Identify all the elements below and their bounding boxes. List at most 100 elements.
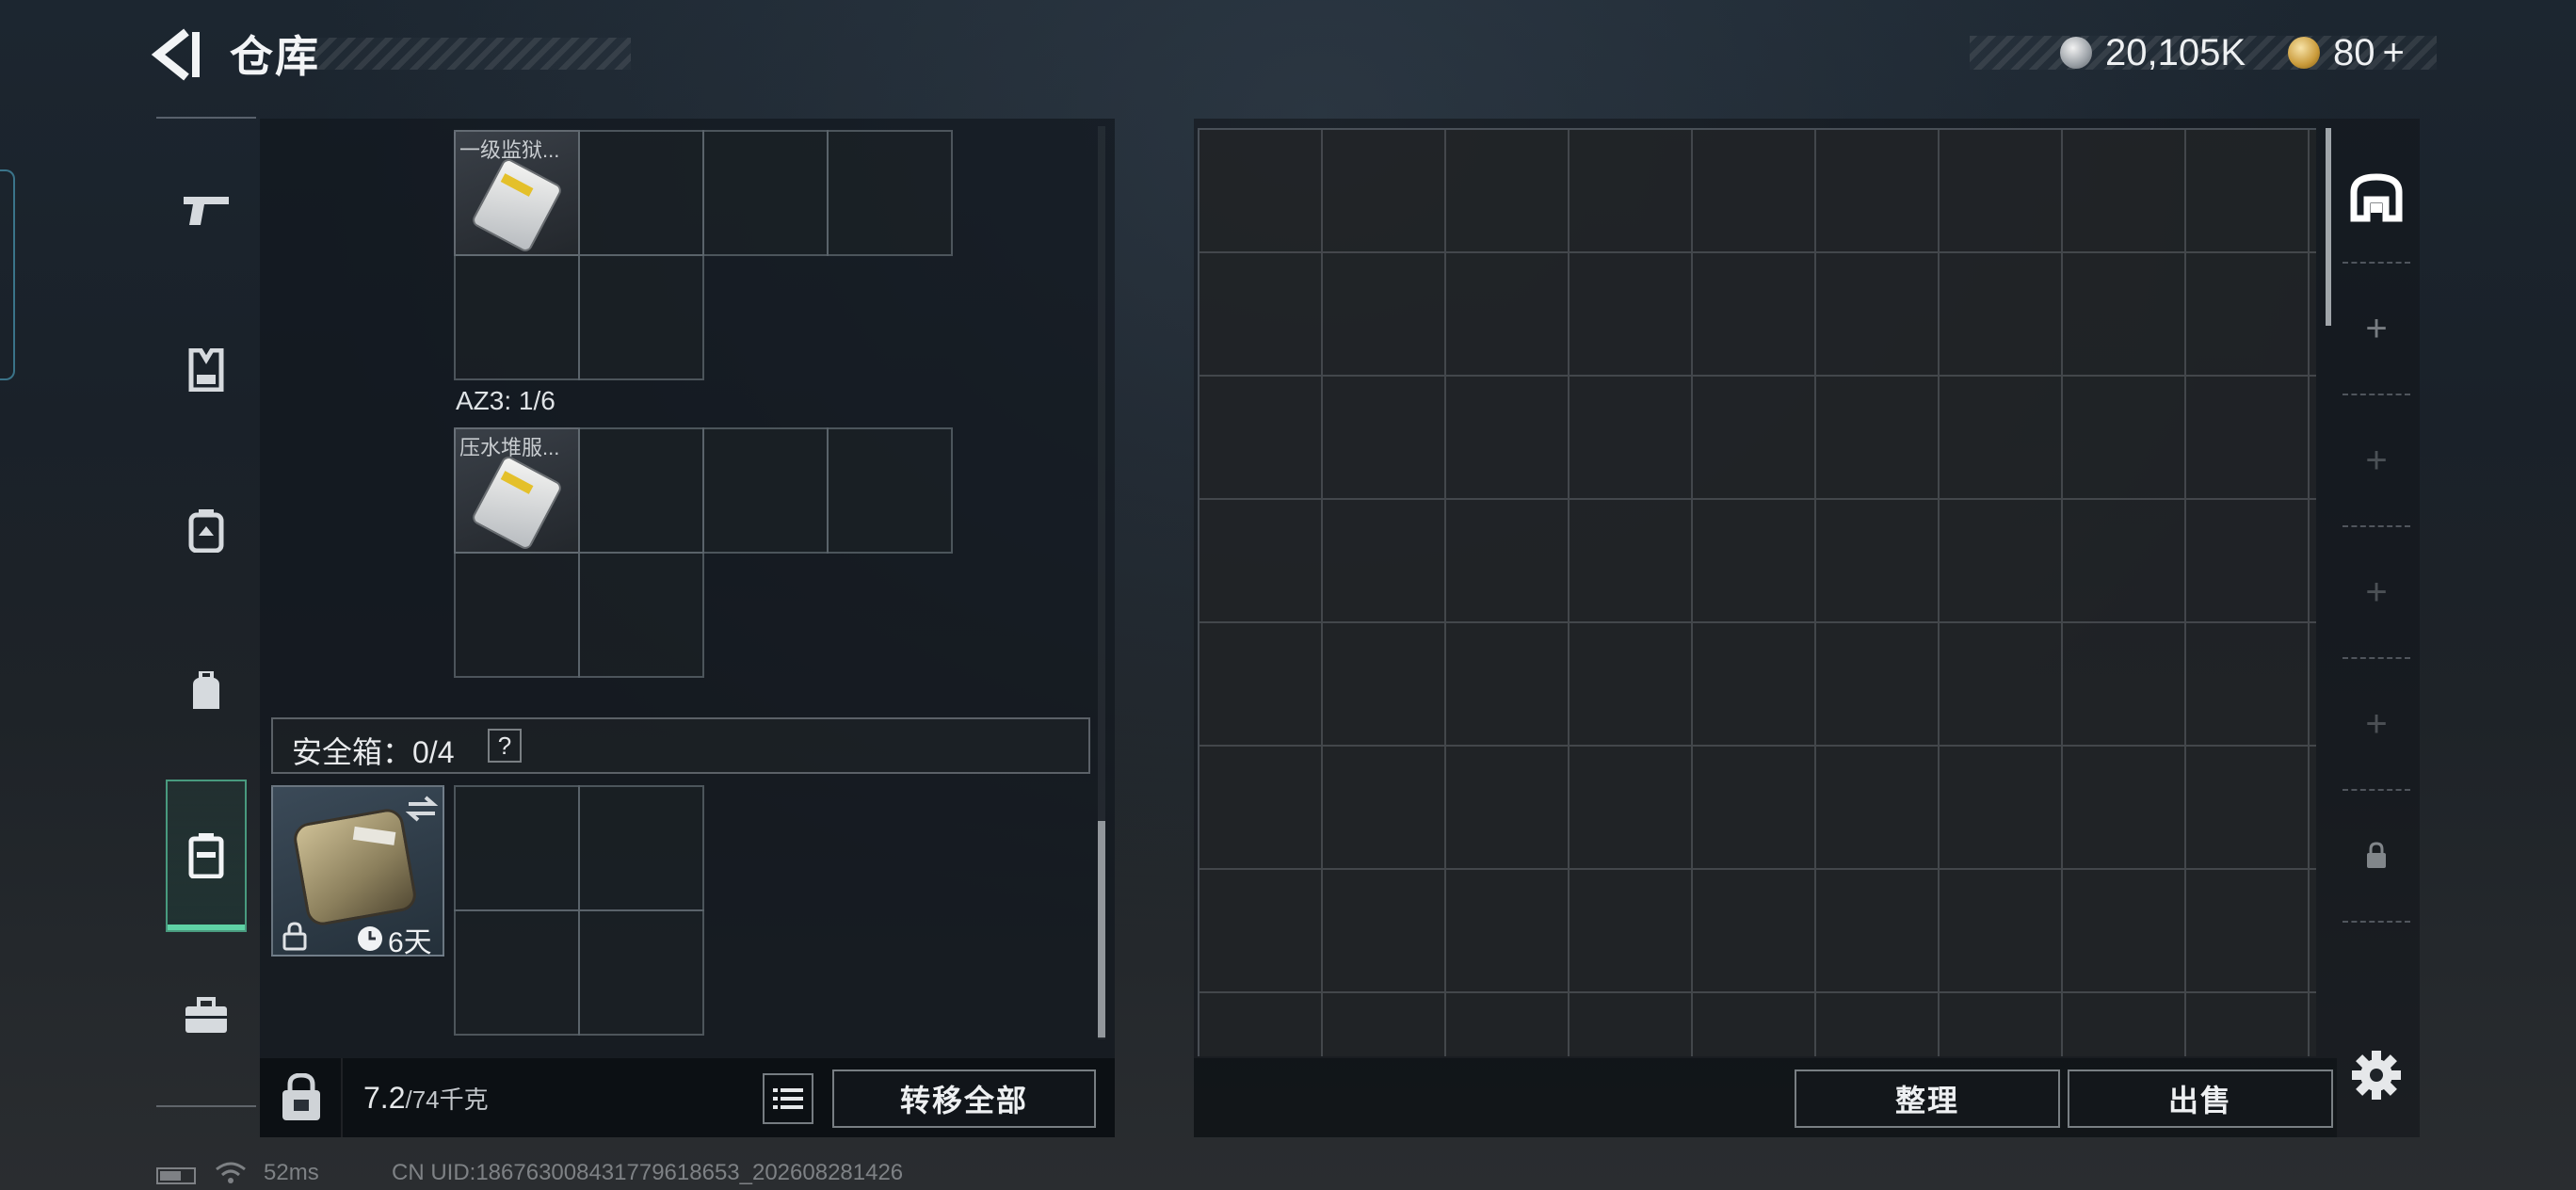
stash-tab-add-4[interactable]: + bbox=[2335, 659, 2418, 789]
stash-grid-cell[interactable] bbox=[2063, 253, 2186, 377]
stash-grid-cell[interactable] bbox=[2186, 253, 2310, 377]
stash-grid-cell[interactable] bbox=[1570, 253, 1693, 377]
stash-grid-cell[interactable] bbox=[1570, 377, 1693, 500]
stash-grid-cell[interactable] bbox=[2310, 993, 2316, 1056]
stash-grid-cell[interactable] bbox=[1816, 500, 1940, 623]
stash-grid-cell[interactable] bbox=[2063, 130, 2186, 253]
stash-grid-cell[interactable] bbox=[2310, 130, 2316, 253]
stash-grid-cell[interactable] bbox=[1570, 623, 1693, 747]
grid-cell[interactable] bbox=[702, 427, 829, 554]
stash-grid-cell[interactable] bbox=[1816, 870, 1940, 993]
grid-cell[interactable] bbox=[578, 909, 704, 1036]
grid-cell[interactable] bbox=[578, 785, 704, 911]
swap-icon[interactable] bbox=[405, 795, 439, 823]
stash-grid-cell[interactable] bbox=[1323, 130, 1446, 253]
stash-tab-add-2[interactable]: + bbox=[2335, 395, 2418, 525]
stash-grid-cell[interactable] bbox=[2186, 500, 2310, 623]
stash-grid-cell[interactable] bbox=[1199, 500, 1323, 623]
stash-grid-cell[interactable] bbox=[1693, 377, 1816, 500]
grid-cell[interactable] bbox=[827, 427, 953, 554]
stash-grid-cell[interactable] bbox=[1816, 377, 1940, 500]
grid-cell[interactable] bbox=[827, 130, 953, 256]
stash-grid-cell[interactable] bbox=[1570, 993, 1693, 1056]
stash-grid-cell[interactable] bbox=[1693, 130, 1816, 253]
stash-grid-cell[interactable] bbox=[1940, 993, 2063, 1056]
stash-grid-cell[interactable] bbox=[2063, 500, 2186, 623]
grid-cell[interactable] bbox=[454, 254, 580, 380]
grid-cell[interactable] bbox=[578, 427, 704, 554]
sort-button[interactable]: 整理 bbox=[1795, 1069, 2060, 1128]
stash-grid-cell[interactable] bbox=[1199, 377, 1323, 500]
transfer-all-button[interactable]: 转移全部 bbox=[832, 1069, 1096, 1128]
stash-grid-cell[interactable] bbox=[2063, 747, 2186, 870]
stash-grid-cell[interactable] bbox=[1693, 253, 1816, 377]
grid-cell[interactable] bbox=[454, 909, 580, 1036]
nav-item-armor[interactable] bbox=[156, 299, 256, 441]
stash-grid-cell[interactable] bbox=[2310, 253, 2316, 377]
stash-grid-cell[interactable] bbox=[1323, 623, 1446, 747]
grid-cell[interactable] bbox=[578, 254, 704, 380]
stash-grid-cell[interactable] bbox=[1199, 253, 1323, 377]
stash-grid-cell[interactable] bbox=[1693, 500, 1816, 623]
sell-button[interactable]: 出售 bbox=[2068, 1069, 2333, 1128]
stash-grid-cell[interactable] bbox=[1446, 253, 1570, 377]
stash-grid-cell[interactable] bbox=[1940, 870, 2063, 993]
grid-cell[interactable] bbox=[454, 785, 580, 911]
storage-scrollbar-thumb[interactable] bbox=[1098, 821, 1105, 1037]
stash-grid-cell[interactable] bbox=[2063, 870, 2186, 993]
stash-grid-cell[interactable] bbox=[1323, 870, 1446, 993]
grid-cell[interactable] bbox=[454, 552, 580, 678]
stash-grid-cell[interactable] bbox=[1570, 870, 1693, 993]
stash-grid-cell[interactable] bbox=[1446, 130, 1570, 253]
stash-grid-cell[interactable] bbox=[1940, 130, 2063, 253]
stash-grid-cell[interactable] bbox=[1693, 993, 1816, 1056]
grid-cell[interactable] bbox=[578, 130, 704, 256]
stash-grid-cell[interactable] bbox=[2310, 870, 2316, 993]
item-slot[interactable]: 压水堆服... bbox=[454, 427, 580, 554]
stash-grid-cell[interactable] bbox=[1940, 623, 2063, 747]
nav-item-safe-case[interactable] bbox=[156, 785, 256, 926]
stash-grid-cell[interactable] bbox=[2186, 377, 2310, 500]
nav-item-backpack[interactable] bbox=[156, 459, 256, 601]
stash-grid-cell[interactable] bbox=[2186, 623, 2310, 747]
stash-grid-cell[interactable] bbox=[2186, 870, 2310, 993]
safe-case-item[interactable]: 6天 bbox=[271, 785, 444, 958]
stash-grid-cell[interactable] bbox=[2310, 747, 2316, 870]
gold-currency[interactable]: 80 + bbox=[2288, 26, 2405, 79]
side-drawer-handle[interactable] bbox=[0, 169, 15, 380]
stash-grid-cell[interactable] bbox=[1570, 747, 1693, 870]
stash-grid-cell[interactable] bbox=[1199, 870, 1323, 993]
stash-grid-cell[interactable] bbox=[1446, 747, 1570, 870]
stash-tab-add-3[interactable]: + bbox=[2335, 527, 2418, 657]
help-icon[interactable]: ? bbox=[488, 729, 522, 763]
stash-grid-cell[interactable] bbox=[1570, 500, 1693, 623]
back-arrow-icon[interactable] bbox=[149, 26, 207, 83]
stash-grid-cell[interactable] bbox=[1323, 500, 1446, 623]
nav-item-pouch[interactable] bbox=[156, 621, 256, 763]
silver-currency[interactable]: 20,105K bbox=[2060, 26, 2246, 79]
stash-grid-cell[interactable] bbox=[1323, 747, 1446, 870]
stash-grid-cell[interactable] bbox=[1446, 500, 1570, 623]
stash-scrollbar-thumb[interactable] bbox=[2326, 128, 2331, 326]
grid-cell[interactable] bbox=[578, 552, 704, 678]
stash-grid-cell[interactable] bbox=[1323, 377, 1446, 500]
settings-gear-icon[interactable] bbox=[2350, 1049, 2403, 1102]
stash-grid-cell[interactable] bbox=[1446, 993, 1570, 1056]
stash-grid-cell[interactable] bbox=[1570, 130, 1693, 253]
stash-grid-cell[interactable] bbox=[1940, 253, 2063, 377]
stash-grid-cell[interactable] bbox=[1199, 747, 1323, 870]
stash-grid-cell[interactable] bbox=[2063, 993, 2186, 1056]
stash-grid-cell[interactable] bbox=[1323, 993, 1446, 1056]
stash-grid-cell[interactable] bbox=[2310, 500, 2316, 623]
stash-grid-cell[interactable] bbox=[1199, 623, 1323, 747]
stash-grid-cell[interactable] bbox=[1940, 500, 2063, 623]
stash-grid-cell[interactable] bbox=[1446, 377, 1570, 500]
stash-grid-cell[interactable] bbox=[1199, 993, 1323, 1056]
stash-grid-cell[interactable] bbox=[1323, 253, 1446, 377]
stash-grid-cell[interactable] bbox=[2063, 623, 2186, 747]
stash-tab-add-1[interactable]: + bbox=[2335, 264, 2418, 394]
stash-grid-cell[interactable] bbox=[1940, 377, 2063, 500]
stash-grid-cell[interactable] bbox=[1446, 623, 1570, 747]
stash-grid-cell[interactable] bbox=[1693, 870, 1816, 993]
stash-grid-cell[interactable] bbox=[2186, 993, 2310, 1056]
